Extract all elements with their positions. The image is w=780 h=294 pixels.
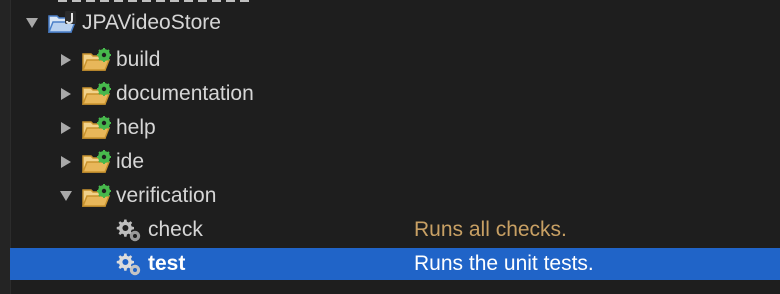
- chevron-down-icon[interactable]: [58, 188, 74, 204]
- tree-row-build[interactable]: build: [10, 44, 780, 76]
- task-group-folder-icon: [82, 82, 112, 106]
- tree-row-root[interactable]: JPAVideoStore: [10, 7, 780, 39]
- tree-row-task-check[interactable]: check Runs all checks.: [10, 214, 780, 246]
- task-group-folder-icon: [82, 116, 112, 140]
- tree-label-verification: verification: [116, 184, 217, 207]
- tree-row-help[interactable]: help: [10, 112, 780, 144]
- gear-icon: [116, 218, 142, 242]
- tree-label-help: help: [116, 116, 156, 139]
- tree-label-documentation: documentation: [116, 82, 254, 105]
- tree-row-task-test[interactable]: test Runs the unit tests.: [10, 248, 780, 280]
- tree-label-build: build: [116, 48, 161, 71]
- chevron-right-icon[interactable]: [58, 154, 74, 170]
- task-description-check: Runs all checks.: [414, 218, 567, 241]
- gear-icon: [116, 252, 142, 276]
- chevron-down-icon[interactable]: [24, 15, 40, 31]
- chevron-right-icon[interactable]: [58, 86, 74, 102]
- task-description-test: Runs the unit tests.: [414, 252, 594, 275]
- clipped-row-above: [58, 0, 268, 2]
- tree-label-check: check: [148, 218, 203, 241]
- tree-label-test: test: [148, 252, 186, 275]
- tree-row-verification[interactable]: verification: [10, 180, 780, 212]
- tree-row-ide[interactable]: ide: [10, 146, 780, 178]
- task-group-folder-icon: [82, 48, 112, 72]
- chevron-right-icon[interactable]: [58, 120, 74, 136]
- chevron-right-icon[interactable]: [58, 52, 74, 68]
- tree-label-ide: ide: [116, 150, 145, 173]
- tree-label-root: JPAVideoStore: [82, 11, 221, 34]
- task-group-folder-icon: [82, 150, 112, 174]
- task-group-folder-icon: [82, 184, 112, 208]
- tree-row-documentation[interactable]: documentation: [10, 78, 780, 110]
- gradle-project-icon: [48, 11, 78, 35]
